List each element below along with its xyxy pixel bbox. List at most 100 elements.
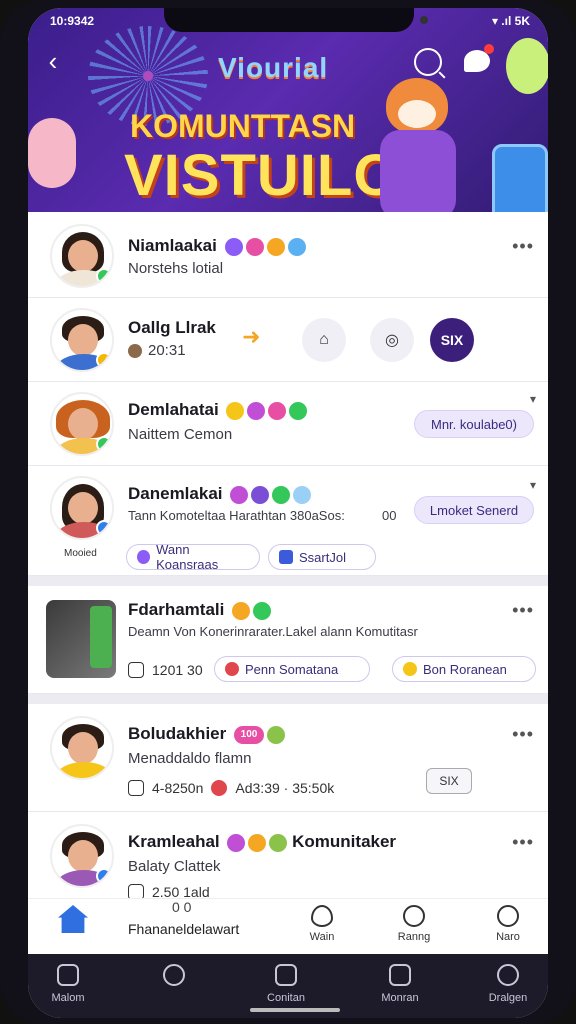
heart-icon	[311, 905, 333, 927]
nav-chat[interactable]	[134, 964, 214, 992]
nav-messages[interactable]: Monran	[360, 964, 440, 1004]
chip-button[interactable]: Bon Roranean	[392, 656, 536, 682]
join-pill-button[interactable]: Lmoket Senerd	[414, 496, 534, 524]
post-thumbnail[interactable]	[46, 600, 116, 678]
record-icon	[211, 780, 228, 796]
action-button[interactable]: SIX	[430, 318, 474, 362]
nav-label: Monran	[381, 992, 419, 1004]
list-item[interactable]: Oallg Llrak 20:31 ➜ ⌂ ◎ SIX	[28, 298, 548, 382]
inner-tab-label: Fhananeldelawart	[128, 921, 240, 937]
chip-button[interactable]: Penn Somatana	[214, 656, 370, 682]
row-subtitle: Tann Komoteltaa Harathtan 380aSos:	[128, 508, 345, 523]
community-list: Niamlaakai Norstehs lotial ••• Oallg Llr…	[28, 212, 548, 952]
shield-icon-button[interactable]: ⌂	[302, 318, 346, 362]
chevron-down-icon[interactable]: ▾	[530, 392, 536, 406]
row-title: Danemlakai	[128, 484, 312, 504]
tab-label: Wain	[309, 931, 335, 943]
nav-content[interactable]: Conitan	[246, 964, 326, 1004]
avatar-caption: Mooied	[64, 548, 97, 559]
chip-label: Penn Somatana	[245, 661, 339, 677]
nav-label: Conitan	[267, 992, 305, 1004]
avatar[interactable]	[50, 308, 114, 372]
nav-search[interactable]: Dralgen	[468, 964, 548, 1004]
tab-wain[interactable]: Wain	[292, 905, 352, 943]
mascot-right-illustration	[506, 38, 548, 94]
avatar[interactable]	[50, 224, 114, 288]
phone-image	[90, 606, 112, 668]
avatar-shirt	[56, 762, 112, 778]
list-item[interactable]: Fdarhamtali Deamn Von Konerinrarater.Lak…	[28, 586, 548, 694]
avatar[interactable]	[50, 716, 114, 780]
search-icon[interactable]	[414, 48, 442, 76]
chip-button[interactable]: SsartJol	[268, 544, 376, 570]
hero-title-line2: VISTUILO	[124, 143, 400, 208]
more-options-icon[interactable]: •••	[512, 600, 534, 621]
mascot-body	[380, 130, 456, 220]
home-icon	[57, 964, 79, 986]
nav-home[interactable]: Malom	[28, 964, 108, 1004]
nav-label: Dralgen	[488, 992, 528, 1004]
badge-icon	[247, 401, 266, 420]
badge-icon	[266, 237, 285, 256]
row-title: Kramleahal Komunitaker	[128, 832, 396, 852]
meta-text: 4-8250n	[152, 780, 204, 796]
back-button[interactable]: ‹	[38, 46, 68, 76]
chip-button[interactable]: Wann Koansraas	[126, 542, 260, 572]
more-options-icon[interactable]: •••	[512, 236, 534, 257]
phone-frame: 10:9342 ▾ .ıl 5K ‹ Viourial KOMUNTTASN V…	[0, 0, 576, 1024]
app-brand: Viourial	[218, 52, 329, 83]
fox-mascot-illustration	[368, 78, 478, 228]
row-subtitle: Deamn Von Konerinrarater.Lakel alann Kom…	[128, 624, 418, 639]
row-name: Demlahatai	[128, 400, 219, 419]
list-item[interactable]: Mooied Danemlakai Tann Komoteltaa Harath…	[28, 466, 548, 576]
tab-naro[interactable]: Naro	[478, 905, 538, 943]
badge-icon	[289, 401, 308, 420]
list-item[interactable]: Niamlaakai Norstehs lotial •••	[28, 212, 548, 298]
more-options-icon[interactable]: •••	[512, 832, 534, 853]
avatar[interactable]	[50, 392, 114, 456]
chip-label: SsartJol	[299, 549, 346, 565]
badge-icon	[232, 601, 251, 620]
notch	[164, 8, 428, 32]
calendar-icon	[279, 550, 293, 564]
online-badge	[96, 436, 112, 452]
app-screen: 10:9342 ▾ .ıl 5K ‹ Viourial KOMUNTTASN V…	[28, 8, 548, 1018]
chat-icon[interactable]	[464, 44, 494, 72]
online-badge	[96, 268, 112, 284]
list-item[interactable]: Demlahatai Naittem Cemon Mnr. koulabe0) …	[28, 382, 548, 466]
hero-title-line1: KOMUNTTASN	[130, 108, 356, 144]
profile-icon	[497, 905, 519, 927]
row-name: Niamlaakai	[128, 236, 217, 255]
avatar[interactable]	[50, 824, 114, 888]
badge-icon	[227, 833, 246, 852]
row-name: Fdarhamtali	[128, 600, 225, 619]
meta-text: Ad3:39 · 35:50k	[235, 780, 335, 796]
row-title: Niamlaakai	[128, 236, 306, 256]
tab-ranng[interactable]: Ranng	[384, 905, 444, 943]
home-icon[interactable]	[58, 905, 88, 933]
badge-icon	[230, 485, 249, 504]
action-button[interactable]: SIX	[426, 768, 472, 794]
avatar-face	[68, 408, 98, 440]
mascot-face	[398, 100, 436, 128]
chevron-down-icon[interactable]: ▾	[530, 478, 536, 492]
row-title: Demlahatai	[128, 400, 308, 420]
verified-badge	[96, 520, 112, 536]
notification-dot	[484, 44, 494, 54]
join-pill-button[interactable]: Mnr. koulabe0)	[414, 410, 534, 438]
badge-icon	[253, 601, 272, 620]
meta-text: 1201 30	[152, 662, 203, 678]
list-item[interactable]: Kramleahal Komunitaker Balaty Clattek ••…	[28, 812, 548, 912]
row-name: Danemlakai	[128, 484, 223, 503]
mascot-left-illustration	[28, 118, 76, 188]
badge-icon	[293, 485, 312, 504]
list-item[interactable]: Boludakhier 100 Menaddaldo flamn ••• 4-8…	[28, 704, 548, 812]
avatar[interactable]	[50, 476, 114, 540]
verified-badge	[96, 868, 112, 884]
chip-label: Wann Koansraas	[156, 542, 219, 572]
badge-icon	[272, 485, 291, 504]
home-indicator[interactable]	[250, 1008, 340, 1012]
more-options-icon[interactable]: •••	[512, 724, 534, 745]
badge-icon	[268, 401, 287, 420]
camera-icon-button[interactable]: ◎	[370, 318, 414, 362]
